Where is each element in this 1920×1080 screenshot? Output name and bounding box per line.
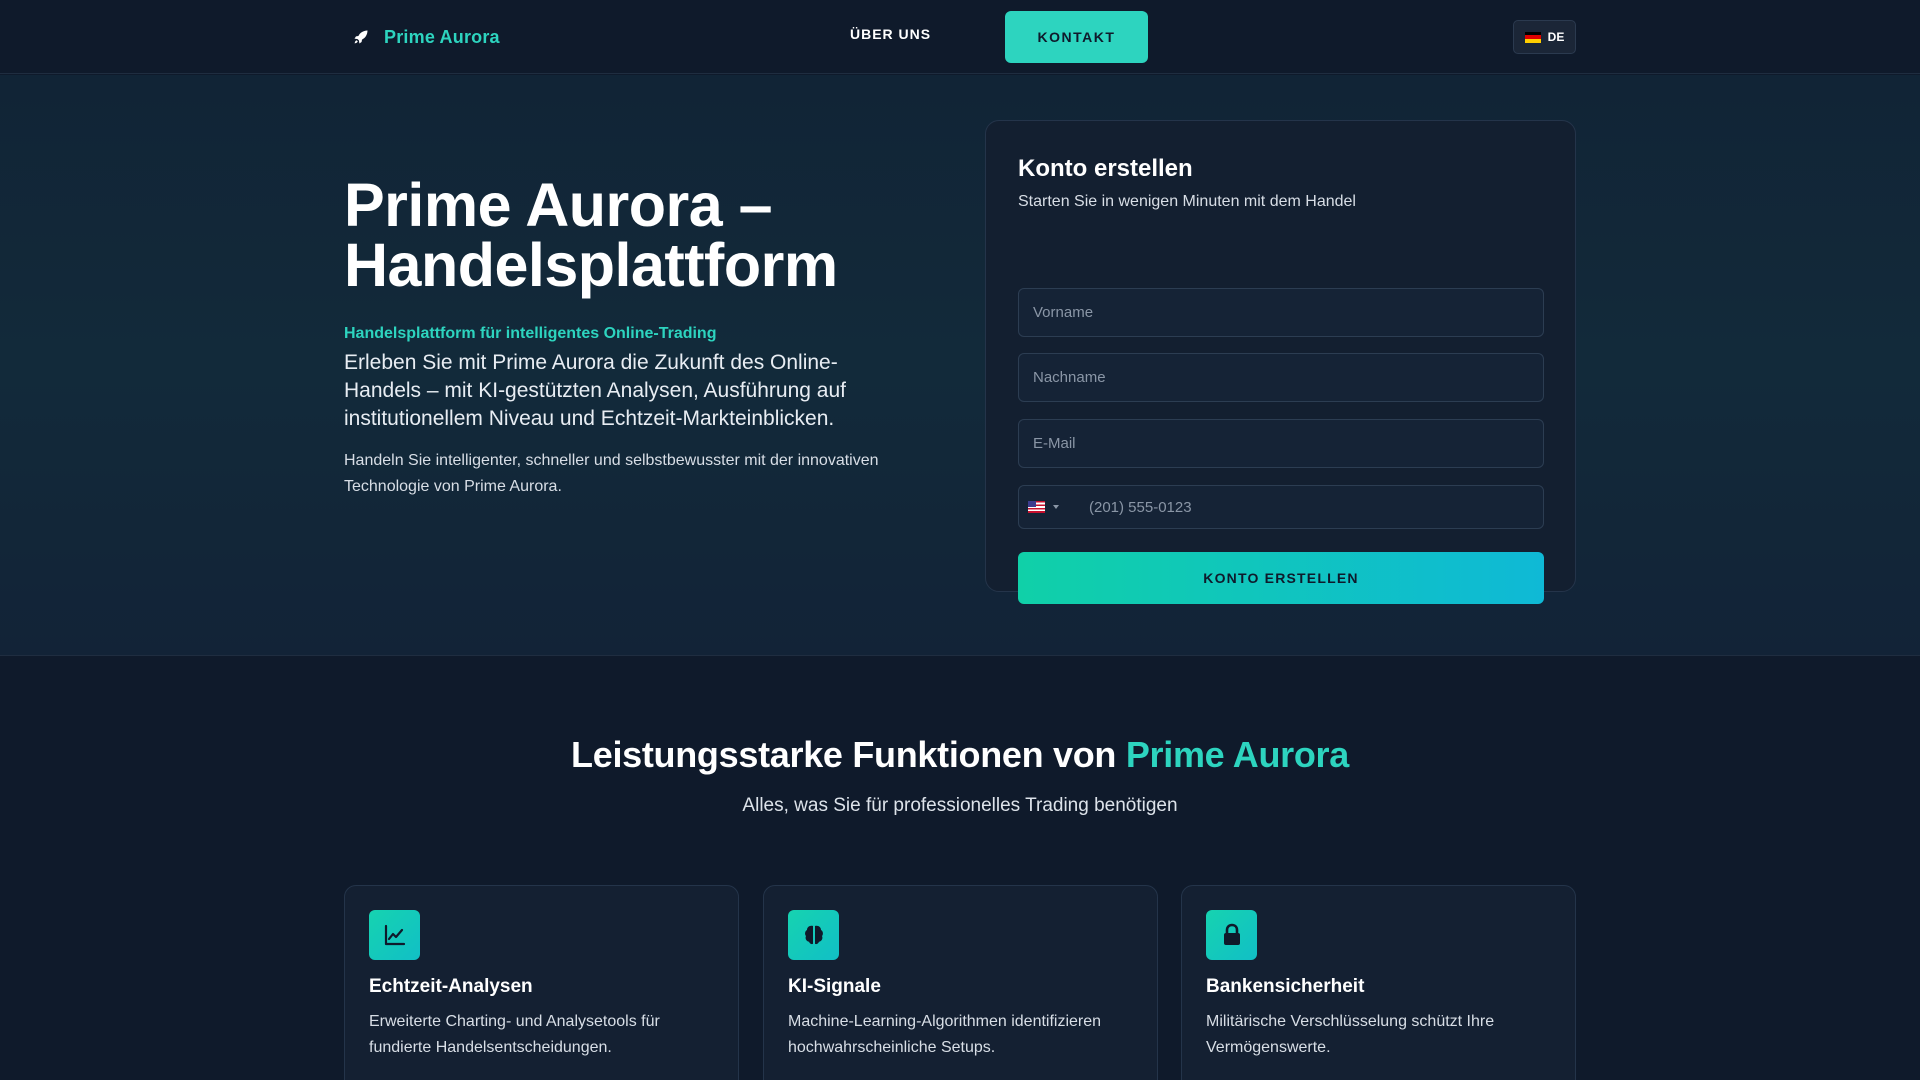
chevron-down-icon [1053,505,1059,509]
navbar: Prime Aurora ÜBER UNS KONTAKT DE [0,0,1920,74]
us-flag-icon [1028,501,1045,513]
create-account-button[interactable]: KONTO ERSTELLEN [1018,552,1544,604]
hero-lead: Erleben Sie mit Prime Aurora die Zukunft… [344,351,846,430]
german-flag-icon [1524,31,1541,43]
email-input[interactable] [1018,419,1544,468]
form-subtitle: Starten Sie in wenigen Minuten mit dem H… [1018,193,1356,210]
features-subtitle: Alles, was Sie für professionelles Tradi… [742,795,1178,816]
rocket-icon [352,28,370,46]
phone-input[interactable] [1089,486,1543,528]
form-title: Konto erstellen [1018,155,1193,182]
features-title-prefix: Leistungsstarke Funktionen von [571,734,1126,775]
hero-section: Prime Aurora – Handelsplattform Handelsp… [0,75,1920,656]
contact-button[interactable]: KONTAKT [1005,11,1148,63]
feature-title: Bankensicherheit [1206,976,1365,997]
chart-line-icon [369,910,420,960]
hero-title: Prime Aurora – Handelsplattform [344,171,838,299]
features-title-accent: Prime Aurora [1125,734,1349,775]
hero-subtext: Handeln Sie intelligenter, schneller und… [344,452,879,495]
brand-name: Prime Aurora [384,26,500,47]
phone-field [1018,485,1544,529]
feature-title: Echtzeit-Analysen [369,976,533,997]
brand-logo-link[interactable]: Prime Aurora [352,24,500,50]
feature-card-analytics: Echtzeit-Analysen Erweiterte Charting- u… [344,885,739,1080]
language-selector[interactable]: DE [1513,20,1576,54]
feature-description: Erweiterte Charting- und Analysetools fü… [369,1013,660,1056]
feature-title: KI-Signale [788,976,881,997]
feature-description: Militärische Verschlüsselung schützt Ihr… [1206,1013,1495,1056]
brain-icon [788,910,839,960]
nav-link-about[interactable]: ÜBER UNS [850,26,931,42]
country-code-selector[interactable] [1019,486,1089,528]
firstname-input[interactable] [1018,288,1544,337]
features-title: Leistungsstarke Funktionen von Prime Aur… [0,734,1920,776]
feature-card-security: Bankensicherheit Militärische Verschlüss… [1181,885,1576,1080]
lastname-input[interactable] [1018,353,1544,402]
hero-tagline: Handelsplattform für intelligentes Onlin… [344,325,717,342]
feature-card-ai-signals: KI-Signale Machine-Learning-Algorithmen … [763,885,1158,1080]
language-code: DE [1547,30,1565,44]
signup-form-card: Konto erstellen Starten Sie in wenigen M… [985,120,1576,604]
lock-icon [1206,910,1257,960]
feature-description: Machine-Learning-Algorithmen identifizie… [788,1013,1102,1056]
